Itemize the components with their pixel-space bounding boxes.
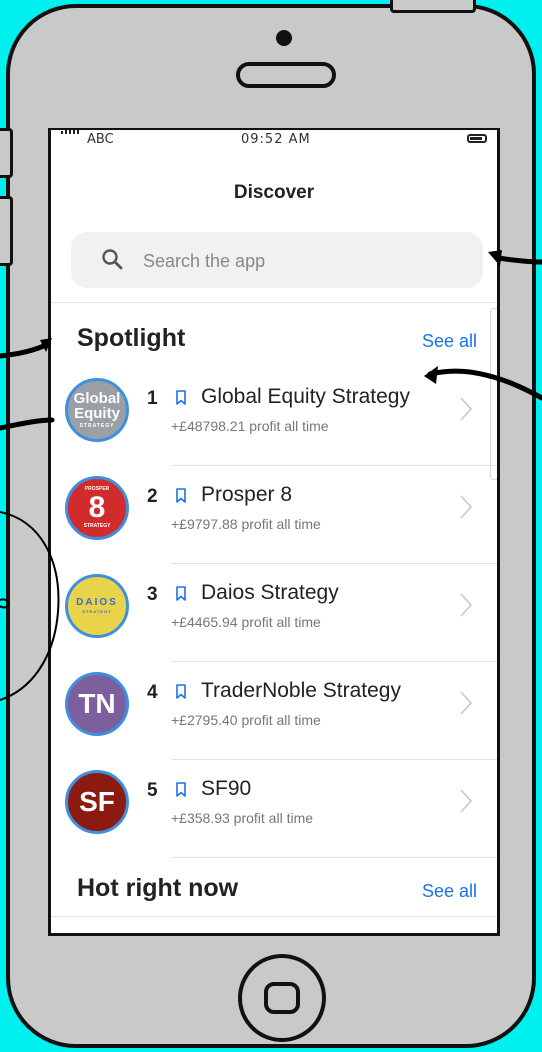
rank-number: 2 [147, 486, 158, 507]
spotlight-title: Spotlight [77, 324, 186, 352]
bookmark-icon[interactable] [175, 684, 187, 700]
bookmark-icon[interactable] [175, 782, 187, 798]
logo-text: TN [78, 688, 116, 719]
rank-number: 5 [147, 780, 158, 801]
chevron-right-icon [460, 691, 473, 715]
list-item[interactable]: SF 5 SF90 +£358.93 profit all time [51, 760, 497, 858]
strategy-name: Daios Strategy [201, 581, 339, 604]
profit-text: +£2795.40 profit all time [171, 712, 321, 728]
divider [51, 916, 497, 917]
strategy-logo: SF [65, 770, 129, 834]
app-screen: ABC 09:52 AM Discover Spotlight See all … [48, 128, 500, 936]
home-button-icon [264, 982, 300, 1014]
search-icon [102, 249, 123, 270]
logo-text: DAIOS [76, 597, 118, 608]
list-item[interactable]: Global Equity STRATEGY 1 Global Equity Strat… [51, 368, 497, 466]
strategy-logo: DAIOS STRATEGY [65, 574, 129, 638]
bookmark-icon[interactable] [175, 488, 187, 504]
power-button [390, 0, 476, 13]
logo-text: SF [79, 786, 115, 817]
bookmark-icon[interactable] [175, 586, 187, 602]
bookmark-icon[interactable] [175, 390, 187, 406]
strategy-name: SF90 [201, 777, 252, 800]
profit-text: +£4465.94 profit all time [171, 614, 321, 630]
logo-text: STRATEGY [79, 423, 115, 429]
divider [51, 302, 497, 303]
profit-text: +£48798.21 profit all time [171, 418, 329, 434]
logo-text: STRATEGY [82, 609, 112, 614]
chevron-right-icon [460, 397, 473, 421]
status-time: 09:52 AM [241, 132, 311, 147]
profit-text: +£9797.88 profit all time [171, 516, 321, 532]
strategy-logo: Global Equity STRATEGY [65, 378, 129, 442]
page-title: Discover [233, 182, 315, 203]
search-bar[interactable] [71, 232, 483, 288]
chevron-right-icon [460, 495, 473, 519]
strategy-logo: TN [65, 672, 129, 736]
carrier-label: ABC [87, 132, 114, 147]
battery-icon [467, 134, 487, 143]
camera-dot [276, 30, 292, 46]
rank-number: 1 [147, 388, 158, 409]
earpiece [236, 62, 336, 88]
rank-number: 4 [147, 682, 158, 703]
volume-button [0, 128, 13, 178]
volume-button [0, 196, 13, 266]
rank-number: 3 [147, 584, 158, 605]
strategy-name: Prosper 8 [201, 483, 293, 506]
strategy-name: TraderNoble Strategy [201, 679, 401, 702]
row-divider [171, 857, 497, 858]
hot-right-now-title: Hot right now [77, 874, 239, 902]
chevron-right-icon [460, 593, 473, 617]
hot-right-now-see-all-link[interactable]: See all [422, 881, 477, 902]
search-input[interactable] [141, 244, 465, 278]
list-item[interactable]: DAIOS STRATEGY 3 Daios Strategy +£4465.94 pr… [51, 564, 497, 662]
profit-text: +£358.93 profit all time [171, 810, 314, 826]
logo-text: STRATEGY [83, 523, 111, 529]
logo-text: Global [73, 390, 121, 407]
list-item[interactable]: TN 4 TraderNoble Strategy +£2795.40 profit … [51, 662, 497, 760]
logo-text: Equity [74, 405, 120, 422]
logo-text: 8 [88, 491, 106, 524]
strategy-logo: PROSPER 8 STRATEGY [65, 476, 129, 540]
strategy-name: Global Equity Strategy [201, 385, 410, 408]
spotlight-see-all-link[interactable]: See all [422, 331, 477, 352]
status-bar: ABC 09:52 AM [51, 130, 497, 150]
home-button[interactable] [238, 954, 326, 1042]
list-item[interactable]: PROSPER 8 STRATEGY 2 Prosper 8 +£9797.88 prof… [51, 466, 497, 564]
chevron-right-icon [460, 789, 473, 813]
